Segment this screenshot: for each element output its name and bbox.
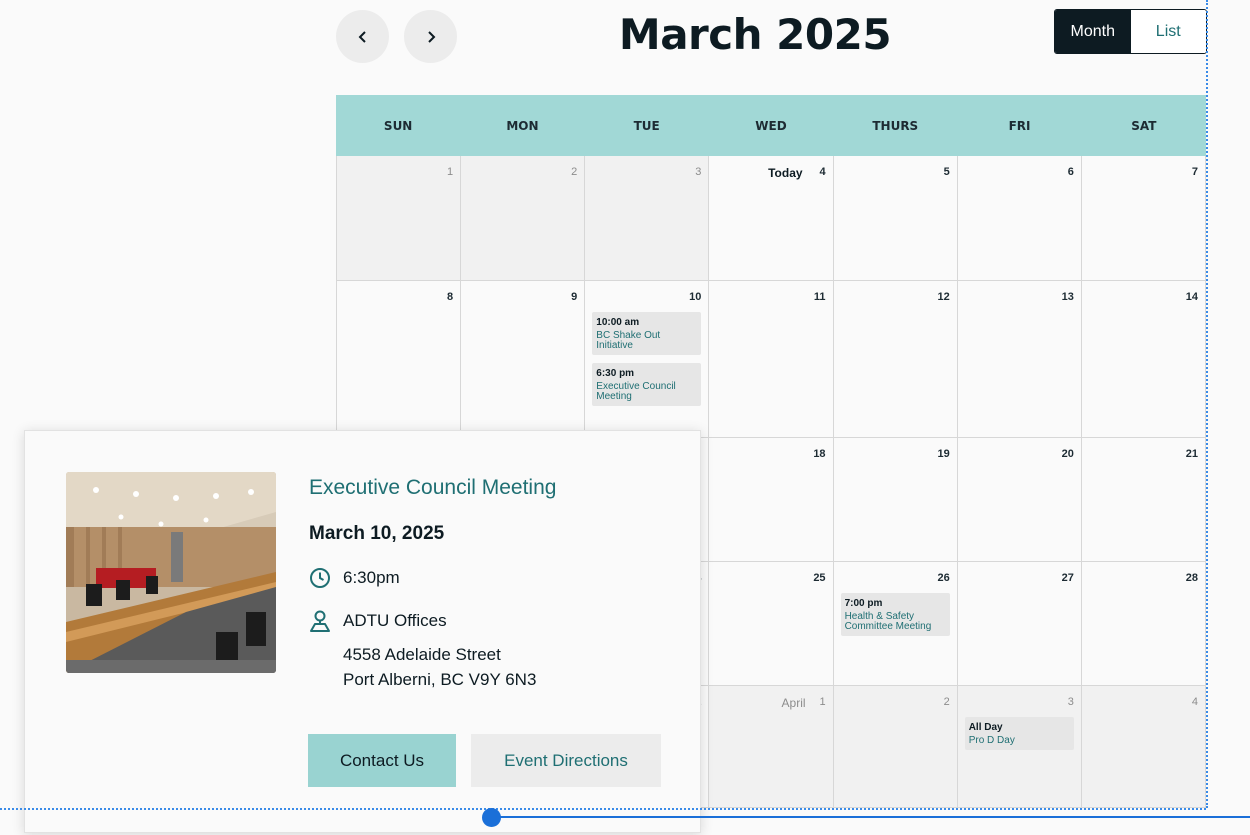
day-number: 2 bbox=[571, 166, 578, 178]
event-location: ADTU Offices bbox=[343, 611, 447, 630]
horizontal-guide-line bbox=[0, 808, 1206, 810]
day-cell[interactable]: 10 10:00 am BC Shake Out Initiative 6:30 pm… bbox=[585, 281, 710, 438]
clock-icon bbox=[310, 568, 330, 588]
event-time-label: 7:00 pm bbox=[844, 598, 883, 609]
day-number: 19 bbox=[937, 448, 950, 460]
day-number: 10 bbox=[689, 291, 702, 303]
day-cell[interactable]: Today 4 bbox=[709, 156, 834, 281]
calendar-event[interactable]: All Day Pro D Day bbox=[964, 717, 1074, 750]
day-number: 3 bbox=[1067, 696, 1074, 708]
event-title-label: Pro D Day bbox=[968, 735, 1015, 746]
next-month-label: April bbox=[781, 696, 806, 710]
list-view-button[interactable]: List bbox=[1130, 10, 1206, 53]
chevron-left-icon bbox=[358, 30, 366, 43]
resize-track bbox=[492, 816, 1250, 818]
event-time-label: 10:00 am bbox=[596, 317, 640, 328]
day-cell[interactable]: 8 bbox=[337, 281, 462, 438]
weekday-label: MON bbox=[506, 118, 539, 133]
event-street: 4558 Adelaide Street bbox=[343, 645, 501, 664]
location-pin-icon bbox=[310, 610, 330, 632]
day-number: 21 bbox=[1185, 448, 1198, 460]
weekday-label: SUN bbox=[383, 118, 413, 133]
weekday-label: FRI bbox=[1008, 118, 1031, 133]
day-number: 1 bbox=[819, 696, 826, 708]
day-cell[interactable]: 2 bbox=[461, 156, 586, 281]
day-cell[interactable]: 11 bbox=[709, 281, 834, 438]
day-cell[interactable]: 25 bbox=[709, 562, 834, 686]
day-cell[interactable]: 12 bbox=[833, 281, 958, 438]
weekday-label: SAT bbox=[1131, 118, 1157, 133]
day-cell[interactable]: 28 bbox=[1081, 562, 1206, 686]
day-number: 8 bbox=[447, 291, 454, 303]
day-cell[interactable]: 2 bbox=[833, 686, 958, 808]
event-title-label: BC Shake Out Initiative bbox=[596, 330, 661, 351]
day-cell[interactable]: 7 bbox=[1081, 156, 1206, 281]
event-popup: Executive Council Meeting March 10, 2025… bbox=[24, 430, 701, 833]
calendar-event[interactable]: 6:30 pm Executive Council Meeting bbox=[592, 363, 702, 406]
day-number: 2 bbox=[943, 696, 950, 708]
event-title-label: Health & Safety Committee Meeting bbox=[844, 611, 932, 632]
month-title: March 2025 bbox=[618, 10, 892, 59]
event-time-label: All Day bbox=[968, 722, 1003, 733]
today-label: Today bbox=[768, 166, 803, 180]
day-number: 7 bbox=[1191, 166, 1198, 178]
weekday-label: THURS bbox=[872, 118, 919, 133]
event-time-label: 6:30 pm bbox=[596, 368, 635, 379]
day-cell[interactable]: 13 bbox=[957, 281, 1082, 438]
day-cell[interactable]: 3 bbox=[585, 156, 710, 281]
day-number: 25 bbox=[813, 572, 826, 584]
day-number: 12 bbox=[937, 291, 950, 303]
day-cell[interactable]: 21 bbox=[1081, 438, 1206, 562]
contact-us-button[interactable]: Contact Us bbox=[308, 734, 456, 787]
day-cell[interactable]: 26 7:00 pm Health & Safety Committee Meeti… bbox=[833, 562, 958, 686]
view-toggle: Month List bbox=[1054, 9, 1207, 54]
event-title[interactable]: Executive Council Meeting bbox=[309, 476, 556, 500]
event-time: 6:30pm bbox=[343, 568, 400, 587]
event-directions-button[interactable]: Event Directions bbox=[471, 734, 661, 787]
month-view-button[interactable]: Month bbox=[1055, 10, 1131, 53]
weekday-header: SUN MON TUE WED THURS FRI SAT bbox=[336, 95, 1206, 156]
day-number: 3 bbox=[695, 166, 702, 178]
day-number: 14 bbox=[1185, 291, 1198, 303]
day-cell[interactable]: April 1 bbox=[709, 686, 834, 808]
day-number: 28 bbox=[1185, 572, 1198, 584]
day-number: 26 bbox=[937, 572, 950, 584]
day-number: 9 bbox=[571, 291, 578, 303]
day-cell[interactable]: 18 bbox=[709, 438, 834, 562]
weekday-label: WED bbox=[755, 118, 787, 133]
day-cell[interactable]: 27 bbox=[957, 562, 1082, 686]
day-cell[interactable]: 20 bbox=[957, 438, 1082, 562]
day-number: 20 bbox=[1061, 448, 1074, 460]
day-cell[interactable]: 6 bbox=[957, 156, 1082, 281]
event-date: March 10, 2025 bbox=[309, 523, 445, 544]
event-city: Port Alberni, BC V9Y 6N3 bbox=[343, 670, 537, 689]
day-number: 18 bbox=[813, 448, 826, 460]
vertical-guide-line bbox=[1206, 0, 1208, 808]
day-cell[interactable]: 14 bbox=[1081, 281, 1206, 438]
day-cell[interactable]: 3 All Day Pro D Day bbox=[957, 686, 1082, 808]
day-number: 1 bbox=[447, 166, 454, 178]
calendar-event[interactable]: 7:00 pm Health & Safety Committee Meeting bbox=[840, 593, 950, 636]
day-number: 6 bbox=[1067, 166, 1074, 178]
chevron-right-icon bbox=[427, 30, 435, 43]
day-number: 27 bbox=[1061, 572, 1074, 584]
event-title-label: Executive Council Meeting bbox=[596, 381, 676, 402]
day-number: 13 bbox=[1061, 291, 1074, 303]
prev-month-button[interactable] bbox=[336, 10, 389, 63]
event-image bbox=[66, 472, 276, 673]
day-cell[interactable]: 4 bbox=[1081, 686, 1206, 808]
day-number: 4 bbox=[1191, 696, 1198, 708]
day-number: 11 bbox=[813, 291, 826, 303]
day-cell[interactable]: 19 bbox=[833, 438, 958, 562]
day-cell[interactable]: 5 bbox=[833, 156, 958, 281]
resize-handle[interactable] bbox=[482, 808, 501, 827]
day-number: 5 bbox=[943, 166, 950, 178]
day-cell[interactable]: 9 bbox=[461, 281, 586, 438]
day-cell[interactable]: 1 bbox=[337, 156, 462, 281]
weekday-label: TUE bbox=[633, 118, 660, 133]
calendar-event[interactable]: 10:00 am BC Shake Out Initiative bbox=[592, 312, 702, 355]
next-month-button[interactable] bbox=[404, 10, 457, 63]
